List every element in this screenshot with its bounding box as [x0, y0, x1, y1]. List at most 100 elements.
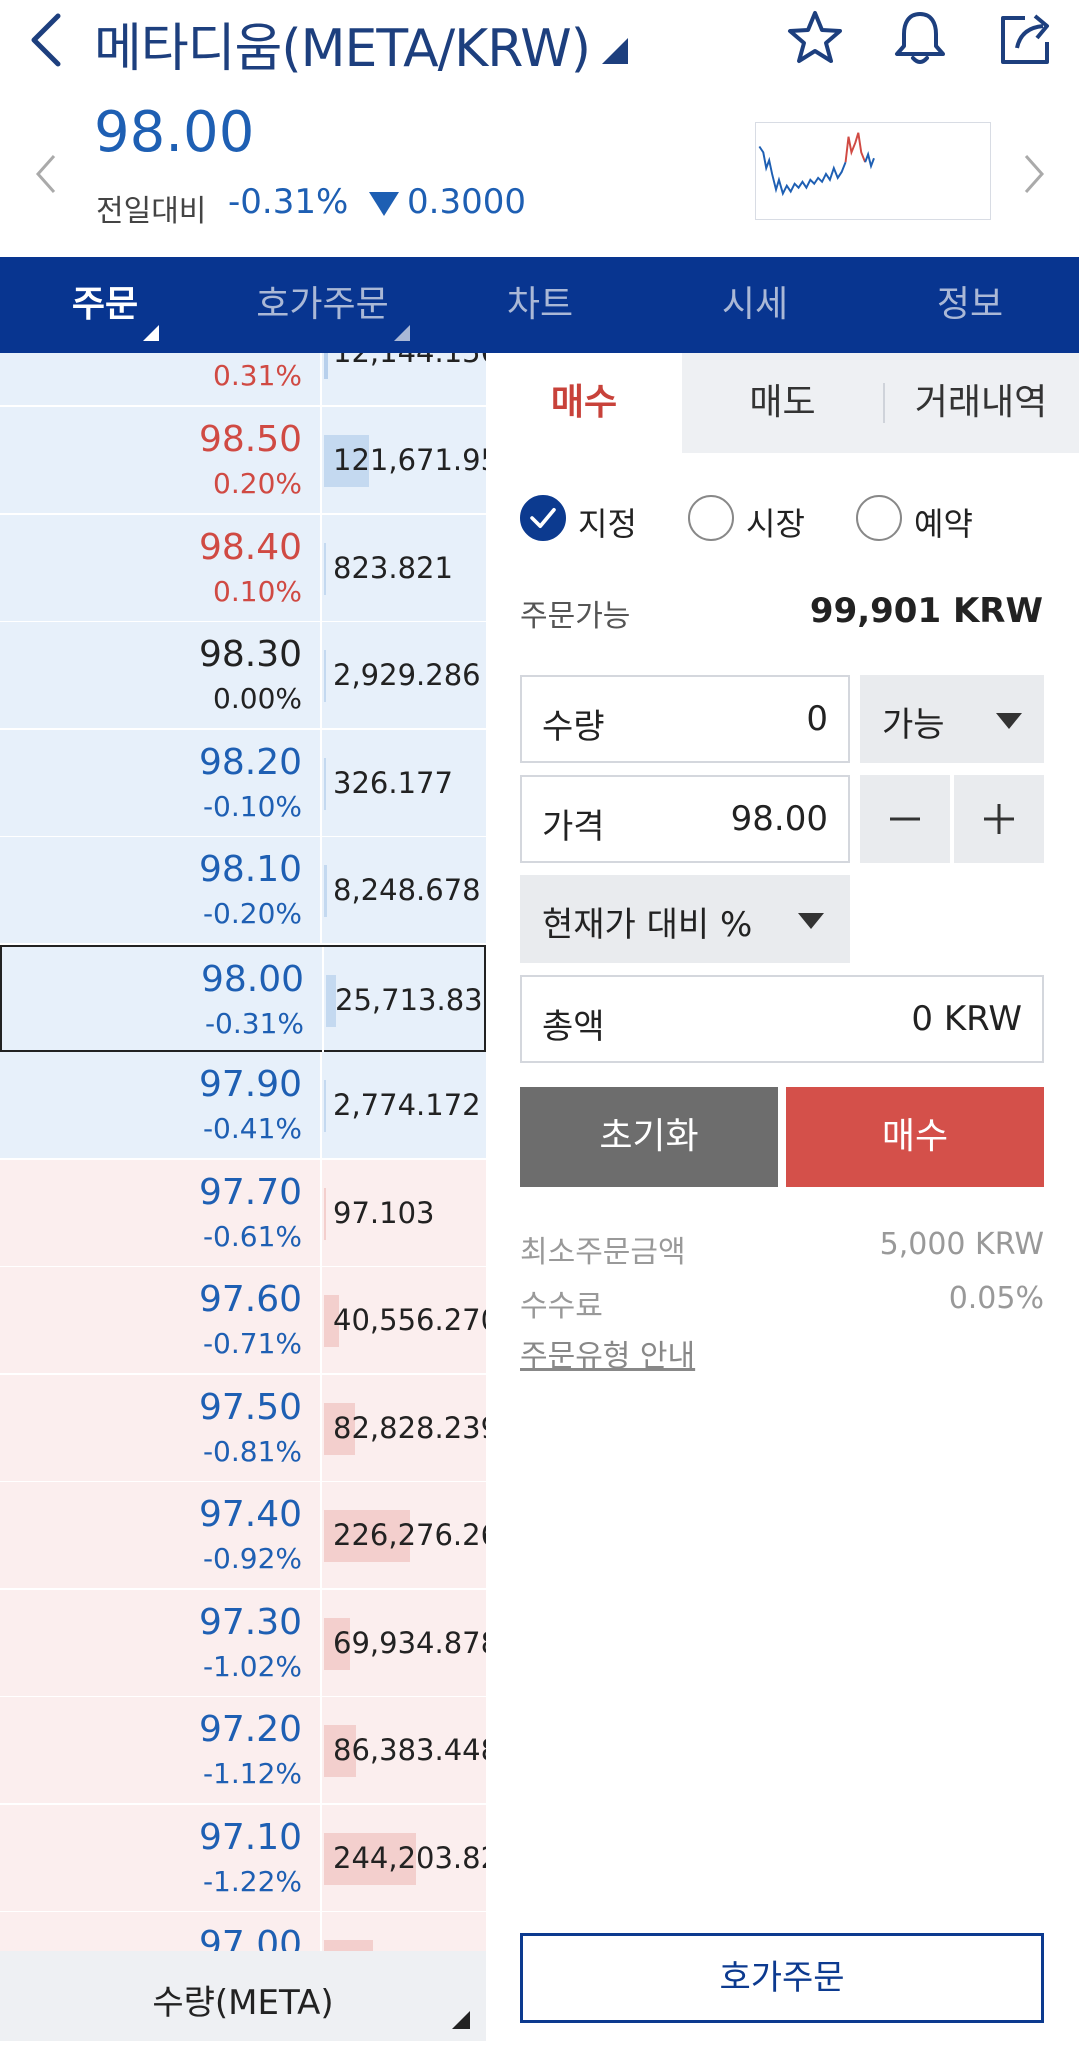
order-type-reserved[interactable]: 예약 [856, 495, 996, 543]
orderbook-row-pct: 0.10% [213, 574, 302, 608]
orderbook-row-pct: -0.10% [202, 789, 302, 823]
orderbook-price-cell: 98.00 -0.31% [2, 946, 324, 1054]
history-tab[interactable]: 거래내역 [883, 353, 1079, 453]
share-icon[interactable] [995, 8, 1055, 68]
title-dropdown-caret-icon[interactable] [602, 38, 628, 64]
prev-coin-arrow-icon[interactable] [34, 154, 58, 194]
orderbook-row-volume: 244,203.825 [333, 1840, 486, 1875]
reset-button[interactable]: 초기화 [520, 1087, 778, 1187]
tab-info[interactable]: 정보 [890, 257, 1050, 353]
total-label: 총액 [542, 1007, 605, 1047]
price-field[interactable]: 가격 98.00 [520, 775, 850, 863]
orderbook-price-cell: 97.50 -0.81% [0, 1374, 322, 1482]
orderbook-row-price: 97.40 [198, 1494, 302, 1535]
orderbook-row-current[interactable]: 98.00 -0.31% 25,713.837 [0, 944, 486, 1054]
order-type-limit[interactable]: 지정 [520, 495, 640, 543]
pct-dropdown[interactable]: 현재가 대비 % [520, 875, 850, 963]
orderbook-volume-cell: 226,276.265 [324, 1482, 486, 1589]
fee-value: 0.05% [948, 1281, 1044, 1316]
orderbook-price-cell: 97.10 -1.22% [0, 1804, 322, 1912]
notification-bell-icon[interactable] [892, 8, 948, 68]
price-plus-button[interactable] [954, 775, 1044, 863]
orderbook-row[interactable]: 98.30 0.00% 2,929.286 [0, 622, 486, 729]
chevron-down-icon [798, 913, 824, 929]
mini-chart[interactable] [755, 122, 991, 220]
orderbook-row-price: 98.00 [200, 958, 304, 1000]
orderbook-unit-label: 수량(META) [152, 1983, 334, 2023]
orderbook-price-cell: 98.40 0.10% [0, 514, 322, 622]
orderbook-price-cell: 97.00 [0, 1912, 322, 1951]
orderbook-row-volume: 2,929.286 [333, 658, 481, 692]
orderbook-row-pct: -1.12% [202, 1757, 302, 1790]
orderbook-row-price: 97.60 [198, 1279, 302, 1320]
sell-tab[interactable]: 매도 [682, 353, 883, 453]
orderbook-volume-cell: 121,671.956 [324, 407, 486, 514]
orderbook-row-partial[interactable]: 0.31% 12,144.156 [0, 353, 486, 406]
price-summary: 98.00 전일대비 -0.31% 0.3000 [0, 96, 1079, 256]
tab-hoga-order[interactable]: 호가주문 [230, 257, 415, 353]
orderbook-row[interactable]: 97.70 -0.61% 97.103 [0, 1159, 486, 1267]
volume-bar [324, 1080, 326, 1132]
orderbook-row[interactable]: 97.90 -0.41% 2,774.172 [0, 1052, 486, 1159]
orderbook-row[interactable]: 98.40 0.10% 823.821 [0, 514, 486, 622]
orderbook-volume-cell: 69,934.878 [324, 1590, 486, 1697]
orderbook-row-pct: -0.61% [202, 1219, 302, 1253]
orderbook-price-cell: 0.31% [0, 353, 322, 406]
plus-icon [984, 804, 1014, 834]
orderbook-volume-cell: 823.821 [324, 515, 486, 622]
pct-dropdown-label: 현재가 대비 % [542, 905, 753, 945]
orderbook-row[interactable]: 97.60 -0.71% 40,556.270 [0, 1267, 486, 1374]
orderbook-row-volume: 12,144.156 [333, 353, 486, 369]
back-arrow-icon[interactable] [26, 12, 70, 68]
orderbook-price-cell: 98.30 0.00% [0, 622, 322, 729]
orderbook-row[interactable]: 98.50 0.20% 121,671.956 [0, 407, 486, 514]
order-type-label: 지정 [578, 505, 637, 543]
orderbook-row-volume: 326.177 [333, 765, 453, 800]
orderbook-row-price: 98.40 [198, 526, 302, 568]
orderbook-footer[interactable]: 수량(META) [0, 1951, 486, 2041]
orderbook-row[interactable]: 97.50 -0.81% 82,828.239 [0, 1374, 486, 1482]
orderbook-row[interactable]: 97.20 -1.12% 86,383.448 [0, 1697, 486, 1804]
orderbook-price-cell: 97.40 -0.92% [0, 1482, 322, 1589]
orderbook-volume-cell: 2,774.172 [324, 1052, 486, 1159]
orderbook-volume-cell: 12,144.156 [324, 353, 486, 406]
min-order-value: 5,000 KRW [879, 1227, 1044, 1262]
favorite-star-icon[interactable] [785, 8, 845, 68]
orderbook-row-volume: 40,556.270 [333, 1303, 486, 1337]
price-label: 가격 [542, 807, 605, 847]
orderbook-row[interactable]: 98.10 -0.20% 8,248.678 [0, 837, 486, 944]
order-type-market[interactable]: 시장 [688, 495, 808, 543]
volume-bar [324, 650, 326, 702]
coin-title[interactable]: 메타디움(META/KRW) [94, 6, 591, 81]
tab-divider [883, 383, 885, 423]
quantity-dropdown-label: 가능 [882, 705, 945, 745]
orderbook-row-pct: -0.41% [202, 1112, 302, 1145]
orderbook-row[interactable]: 97.00 [0, 1912, 486, 1951]
orderbook-row-price: 97.30 [198, 1601, 302, 1643]
diff-label: 전일대비 [96, 194, 207, 229]
orderbook-price-cell: 97.90 -0.41% [0, 1052, 322, 1159]
buy-button[interactable]: 매수 [786, 1087, 1044, 1187]
min-order-row: 최소주문금액 5,000 KRW [520, 1227, 1044, 1270]
orderbook-row[interactable]: 98.20 -0.10% 326.177 [0, 729, 486, 837]
diff-percent: -0.31% [228, 182, 349, 222]
orderbook: 0.31% 12,144.156 98.500.20%121,671.95698… [0, 353, 486, 1951]
radio-unchecked-icon [856, 495, 902, 541]
quantity-dropdown[interactable]: 가능 [860, 675, 1044, 763]
tab-market[interactable]: 시세 [675, 257, 835, 353]
volume-bar [324, 865, 328, 917]
next-coin-arrow-icon[interactable] [1022, 154, 1046, 194]
hoga-order-button[interactable]: 호가주문 [520, 1933, 1044, 2023]
orderbook-row[interactable]: 97.40 -0.92% 226,276.265 [0, 1482, 486, 1589]
orderbook-row[interactable]: 97.10 -1.22% 244,203.825 [0, 1804, 486, 1912]
orderbook-row-price: 97.20 [198, 1709, 302, 1750]
quantity-field[interactable]: 수량 0 [520, 675, 850, 763]
tab-chart[interactable]: 차트 [460, 257, 620, 353]
total-field[interactable]: 총액 0 KRW [520, 975, 1044, 1063]
orderbook-row-price: 97.00 [198, 1924, 302, 1951]
volume-bar [324, 1187, 326, 1240]
orderbook-row[interactable]: 97.30 -1.02% 69,934.878 [0, 1589, 486, 1697]
buy-tab[interactable]: 매수 [486, 353, 682, 453]
price-minus-button[interactable] [860, 775, 950, 863]
order-type-guide-link[interactable]: 주문유형 안내 [520, 1331, 695, 1375]
